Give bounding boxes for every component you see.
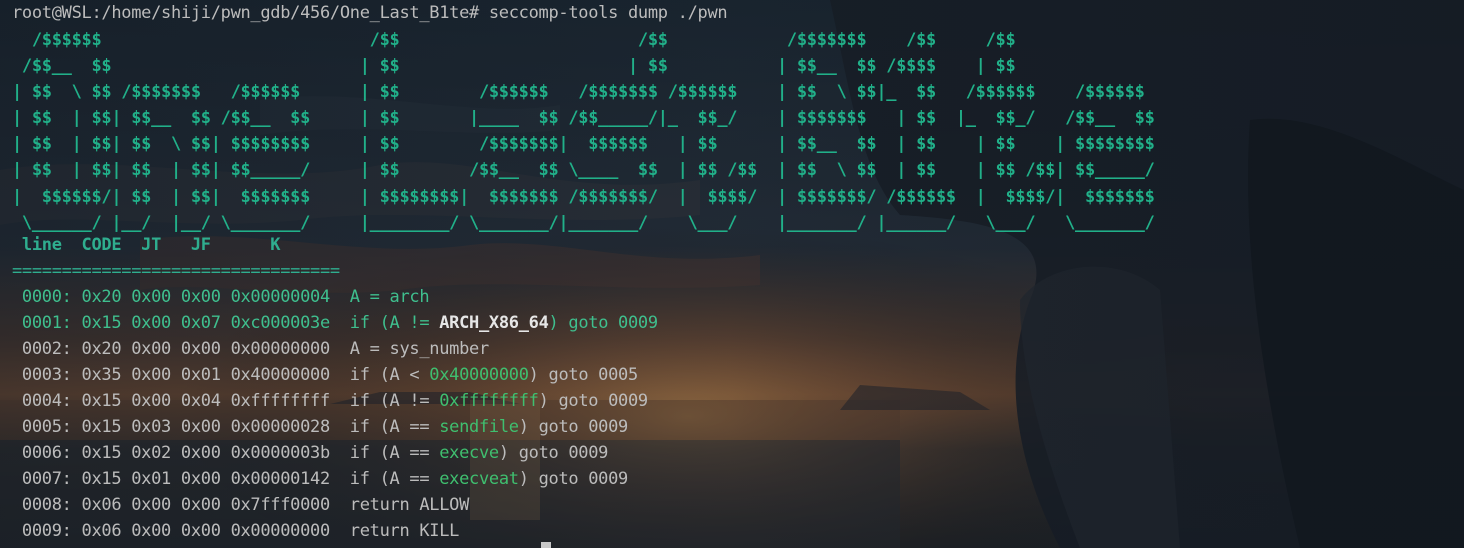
instruction-operand: 0xffffffff — [439, 391, 539, 411]
ascii-art-banner: /$$$$$$ /$$ /$$ /$$$$$$$ /$$ /$$ /$$__ $… — [12, 27, 1155, 236]
terminal-window[interactable]: root@WSL:/home/shiji/pwn_gdb/456/One_Las… — [0, 0, 1464, 548]
header-separator: ================================= — [12, 261, 340, 281]
bpf-instruction-row: 0008: 0x06 0x00 0x00 0x7fff0000 return A… — [12, 492, 469, 518]
instruction-operand: execveat — [439, 469, 519, 489]
bpf-instruction-row: 0007: 0x15 0x01 0x00 0x00000142 if (A ==… — [12, 466, 628, 492]
table-header: line CODE JT JF K — [12, 235, 281, 255]
instruction-text: return KILL — [349, 521, 460, 541]
instruction-text: if (A == — [349, 443, 440, 463]
instruction-text: A = arch — [349, 287, 430, 307]
bpf-instruction-row: 0005: 0x15 0x03 0x00 0x00000028 if (A ==… — [12, 414, 628, 440]
prompt-line: root@WSL:/home/shiji/pwn_gdb/456/One_Las… — [12, 3, 728, 23]
instruction-goto: ) goto 0009 — [518, 417, 629, 437]
banner-line: | $$ | $$| $$__ $$ /$$__ $$ | $$ |____ $… — [12, 108, 1155, 129]
instruction-encoding: 0004: 0x15 0x00 0x04 0xffffffff — [12, 391, 350, 411]
instruction-text: A = sys_number — [349, 339, 489, 359]
banner-line: | $$ | $$| $$ | $$| $$_____/ | $$ /$$__ … — [12, 160, 1155, 181]
instruction-encoding: 0000: 0x20 0x00 0x00 0x00000004 — [12, 287, 350, 307]
bpf-instruction-row: 0002: 0x20 0x00 0x00 0x00000000 A = sys_… — [12, 336, 489, 362]
bpf-instruction-row: 0009: 0x06 0x00 0x00 0x00000000 return K… — [12, 518, 459, 544]
instruction-text: if (A == — [349, 417, 440, 437]
instruction-operand: sendfile — [439, 417, 519, 437]
instruction-encoding: 0009: 0x06 0x00 0x00 0x00000000 — [12, 521, 350, 541]
instruction-operand: ARCH_X86_64 — [439, 313, 549, 333]
instruction-encoding: 0002: 0x20 0x00 0x00 0x00000000 — [12, 339, 350, 359]
banner-line: | $$ \ $$ /$$$$$$$ /$$$$$$ | $$ /$$$$$$ … — [12, 82, 1145, 103]
instruction-encoding: 0007: 0x15 0x01 0x00 0x00000142 — [12, 469, 350, 489]
instruction-goto: ) goto 0005 — [528, 365, 639, 385]
instruction-encoding: 0008: 0x06 0x00 0x00 0x7fff0000 — [12, 495, 350, 515]
instruction-text: if (A == — [349, 469, 440, 489]
instruction-encoding: 0005: 0x15 0x03 0x00 0x00000028 — [12, 417, 350, 437]
instruction-goto: ) goto 0009 — [518, 469, 629, 489]
instruction-text: if (A != — [349, 313, 440, 333]
instruction-encoding: 0001: 0x15 0x00 0x07 0xc000003e — [12, 313, 350, 333]
bpf-instruction-row: 0000: 0x20 0x00 0x00 0x00000004 A = arch — [12, 284, 430, 310]
instruction-encoding: 0003: 0x35 0x00 0x01 0x40000000 — [12, 365, 350, 385]
bpf-instruction-row: 0003: 0x35 0x00 0x01 0x40000000 if (A < … — [12, 362, 638, 388]
banner-line: \______/ |__/ |__/ \_______/ |________/ … — [12, 212, 1155, 233]
instruction-goto: ) goto 0009 — [538, 391, 649, 411]
terminal-cursor — [541, 542, 551, 548]
banner-line: | $$ | $$| $$ \ $$| $$$$$$$$ | $$ /$$$$$… — [12, 134, 1155, 155]
instruction-text: if (A != — [349, 391, 440, 411]
banner-line: /$$__ $$ | $$ | $$ | $$__ $$ /$$$$ | $$ — [21, 56, 1016, 77]
instruction-operand: 0x40000000 — [429, 365, 529, 385]
banner-line: | $$$$$$/| $$ | $$| $$$$$$$ | $$$$$$$$| … — [12, 186, 1155, 207]
banner-line: /$$$$$$ /$$ /$$ /$$$$$$$ /$$ /$$ — [31, 30, 1016, 50]
bpf-instruction-row: 0001: 0x15 0x00 0x07 0xc000003e if (A !=… — [12, 310, 658, 336]
instruction-text: if (A < — [349, 365, 430, 385]
bpf-instruction-row: 0006: 0x15 0x02 0x00 0x0000003b if (A ==… — [12, 440, 609, 466]
instruction-goto: ) goto 0009 — [498, 443, 609, 463]
instruction-goto: ) goto 0009 — [548, 313, 659, 333]
bpf-instruction-row: 0004: 0x15 0x00 0x04 0xffffffff if (A !=… — [12, 388, 648, 414]
instruction-encoding: 0006: 0x15 0x02 0x00 0x0000003b — [12, 443, 350, 463]
instruction-text: return ALLOW — [349, 495, 470, 515]
instruction-operand: execve — [439, 443, 499, 463]
